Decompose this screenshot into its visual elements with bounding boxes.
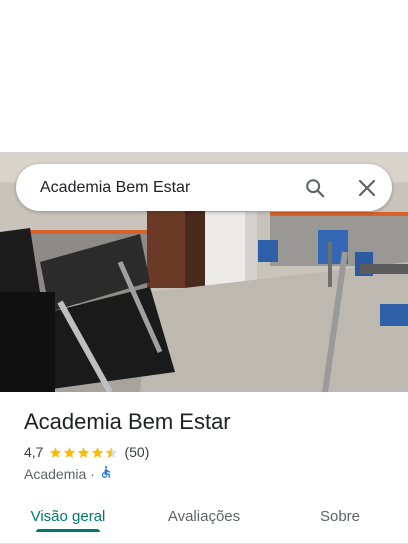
star-icon [92,446,104,458]
separator-dot: · [90,465,95,482]
tab-reviews[interactable]: Avaliações [136,496,272,536]
tab-label: Visão geral [30,507,106,525]
close-icon[interactable] [354,175,380,201]
rating-row[interactable]: 4,7 (50) [24,444,149,460]
star-icon [50,446,62,458]
tab-overview[interactable]: Visão geral [0,496,136,536]
star-icon [78,446,90,458]
category-row: Academia · [24,465,113,482]
tab-label: Avaliações [167,507,241,525]
star-half-icon [106,446,118,458]
tab-label: Sobre [319,507,361,525]
tab-about[interactable]: Sobre [272,496,408,536]
place-title: Academia Bem Estar [24,409,231,434]
search-bar[interactable]: Academia Bem Estar [16,164,392,211]
place-category: Academia [24,465,87,482]
review-count[interactable]: (50) [124,444,149,460]
search-icon[interactable] [302,175,328,201]
rating-stars [49,446,119,459]
star-icon [64,446,76,458]
active-tab-indicator [36,529,100,532]
search-input[interactable]: Academia Bem Estar [40,179,302,197]
wheelchair-icon [99,465,113,482]
rating-value: 4,7 [24,444,44,460]
place-tabs: Visão geral Avaliações Sobre [0,496,408,544]
